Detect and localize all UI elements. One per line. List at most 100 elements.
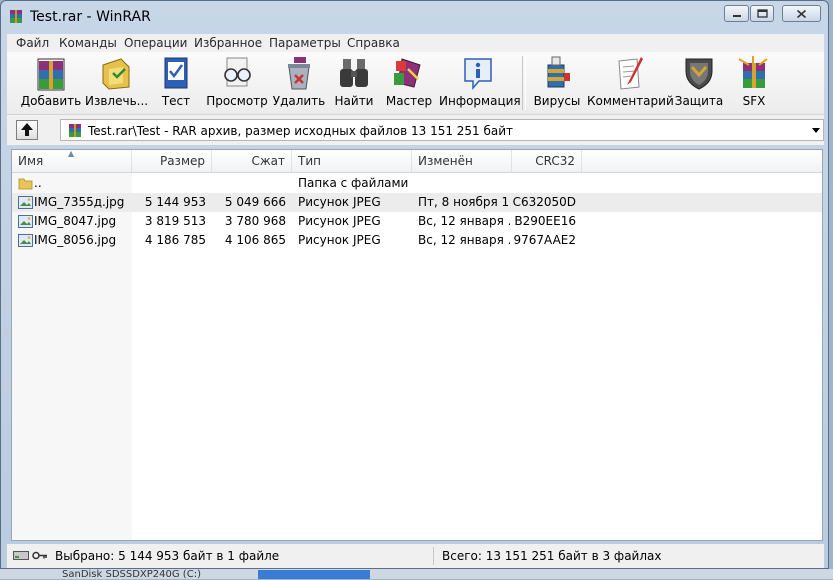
minimize-button[interactable]	[724, 5, 749, 22]
up-folder-button[interactable]	[16, 120, 38, 140]
path-combobox[interactable]: Test.rar\Test - RAR архив, размер исходн…	[60, 119, 824, 141]
status-bar: Выбрано: 5 144 953 байт в 1 файле Всего:…	[7, 544, 824, 568]
table-row[interactable]: IMG_8047.jpg 3 819 513 3 780 968 Рисунок…	[12, 212, 822, 231]
extract-icon	[102, 58, 130, 90]
protect-shield-icon	[685, 58, 713, 90]
title-bar[interactable]: Test.rar - WinRAR	[1, 1, 828, 33]
status-divider	[433, 547, 434, 565]
comment-label: Комментарий	[587, 94, 674, 108]
menu-help[interactable]: Справка	[347, 36, 400, 50]
virus-scan-icon	[547, 56, 570, 88]
close-button[interactable]	[782, 5, 821, 22]
cell-size: 4 186 785	[144, 233, 206, 247]
add-button[interactable]: Добавить	[19, 52, 83, 114]
menu-file[interactable]: Файл	[16, 36, 49, 50]
wizard-button[interactable]: Мастер	[381, 52, 437, 114]
toolbar: Добавить Извлечь... Тест Просмотр Удалит…	[7, 52, 824, 115]
extract-label: Извлечь...	[85, 94, 149, 108]
cell-type: Рисунок JPEG	[298, 214, 381, 228]
add-archive-icon	[37, 58, 65, 91]
path-text: Test.rar\Test - RAR архив, размер исходн…	[88, 124, 514, 138]
cell-name: ..	[34, 176, 42, 190]
cell-type: Рисунок JPEG	[298, 195, 381, 209]
close-icon	[796, 9, 807, 18]
sfx-button[interactable]: SFX	[729, 52, 779, 114]
column-header-row: Имя ▲ Размер Сжат Тип Изменён CRC32	[12, 150, 822, 173]
delete-label: Удалить	[272, 94, 326, 108]
menu-commands[interactable]: Команды	[59, 36, 117, 50]
column-header-size[interactable]: Размер	[132, 150, 212, 172]
drive-icon	[13, 551, 29, 560]
find-binoculars-icon	[340, 59, 368, 87]
background-drive-label: SanDisk SDSSDXP240G (C:)	[62, 569, 201, 580]
menu-options[interactable]: Параметры	[269, 36, 341, 50]
test-button[interactable]: Тест	[150, 52, 202, 114]
address-bar: Test.rar\Test - RAR архив, размер исходн…	[7, 115, 824, 145]
cell-modified: Вс, 12 января ...	[418, 214, 510, 228]
image-file-icon	[18, 234, 33, 247]
cell-name: IMG_8047.jpg	[34, 214, 117, 228]
cell-name: IMG_7355д.jpg	[34, 195, 125, 209]
chevron-down-icon[interactable]	[812, 128, 820, 133]
sort-ascending-icon: ▲	[68, 149, 75, 158]
delete-trash-icon	[288, 57, 310, 90]
find-button[interactable]: Найти	[329, 52, 379, 114]
cell-crc: C632050D	[512, 195, 576, 209]
wizard-icon	[394, 58, 421, 88]
table-row-parent-folder[interactable]: .. Папка с файлами	[12, 174, 822, 193]
table-row[interactable]: IMG_8056.jpg 4 186 785 4 106 865 Рисунок…	[12, 231, 822, 250]
info-label: Информация	[439, 94, 521, 108]
add-label: Добавить	[20, 94, 82, 108]
cell-crc: B290EE16	[514, 214, 576, 228]
cell-size: 3 819 513	[144, 214, 206, 228]
comment-button[interactable]: Комментарий	[587, 52, 674, 114]
column-header-crc[interactable]: CRC32	[512, 150, 582, 172]
sfx-icon	[738, 56, 768, 88]
maximize-icon	[756, 9, 768, 18]
maximize-button[interactable]	[750, 5, 774, 22]
winrar-window: Test.rar - WinRAR Файл Команды Операции …	[0, 0, 829, 569]
column-header-type[interactable]: Тип	[292, 150, 412, 172]
file-list[interactable]: Имя ▲ Размер Сжат Тип Изменён CRC32 .. П…	[11, 149, 823, 541]
cell-type: Рисунок JPEG	[298, 233, 381, 247]
cell-modified: Вс, 12 января ...	[418, 233, 510, 247]
key-icon	[32, 551, 47, 560]
cell-packed: 5 049 666	[224, 195, 286, 209]
test-icon	[164, 57, 188, 89]
delete-button[interactable]: Удалить	[271, 52, 327, 114]
up-arrow-icon	[21, 123, 33, 136]
test-label: Тест	[161, 94, 191, 108]
menu-operations[interactable]: Операции	[124, 36, 187, 50]
cell-packed: 4 106 865	[224, 233, 286, 247]
extract-button[interactable]: Извлечь...	[85, 52, 149, 114]
status-selected: Выбрано: 5 144 953 байт в 1 файле	[55, 549, 280, 563]
cell-packed: 3 780 968	[224, 214, 286, 228]
cell-size: 5 144 953	[144, 195, 206, 209]
table-row[interactable]: IMG_7355д.jpg 5 144 953 5 049 666 Рисуно…	[12, 193, 822, 212]
minimize-icon	[732, 14, 741, 17]
cell-name: IMG_8056.jpg	[34, 233, 117, 247]
sfx-label: SFX	[742, 94, 766, 108]
info-button[interactable]: Информация	[439, 52, 521, 114]
menu-bar: Файл Команды Операции Избранное Параметр…	[7, 34, 824, 52]
background-progress	[258, 570, 370, 579]
comment-icon	[618, 57, 643, 90]
cell-crc: 9767AAE2	[513, 233, 576, 247]
menu-favorites[interactable]: Избранное	[194, 36, 262, 50]
virus-scan-button[interactable]: Вирусы	[529, 52, 585, 114]
column-header-packed[interactable]: Сжат	[212, 150, 292, 172]
window-title: Test.rar - WinRAR	[30, 9, 151, 25]
column-name-label: Имя	[18, 154, 44, 168]
folder-icon	[18, 178, 33, 190]
toolbar-separator	[522, 56, 526, 110]
column-header-name[interactable]: Имя ▲	[12, 150, 132, 172]
cell-type: Папка с файлами	[298, 176, 409, 190]
protect-button[interactable]: Защита	[671, 52, 727, 114]
wizard-label: Мастер	[385, 94, 433, 108]
column-header-modified[interactable]: Изменён	[412, 150, 512, 172]
view-button[interactable]: Просмотр	[205, 52, 269, 114]
image-file-icon	[18, 215, 33, 228]
protect-label: Защита	[674, 94, 724, 108]
image-file-icon	[18, 196, 33, 209]
find-label: Найти	[334, 94, 374, 108]
